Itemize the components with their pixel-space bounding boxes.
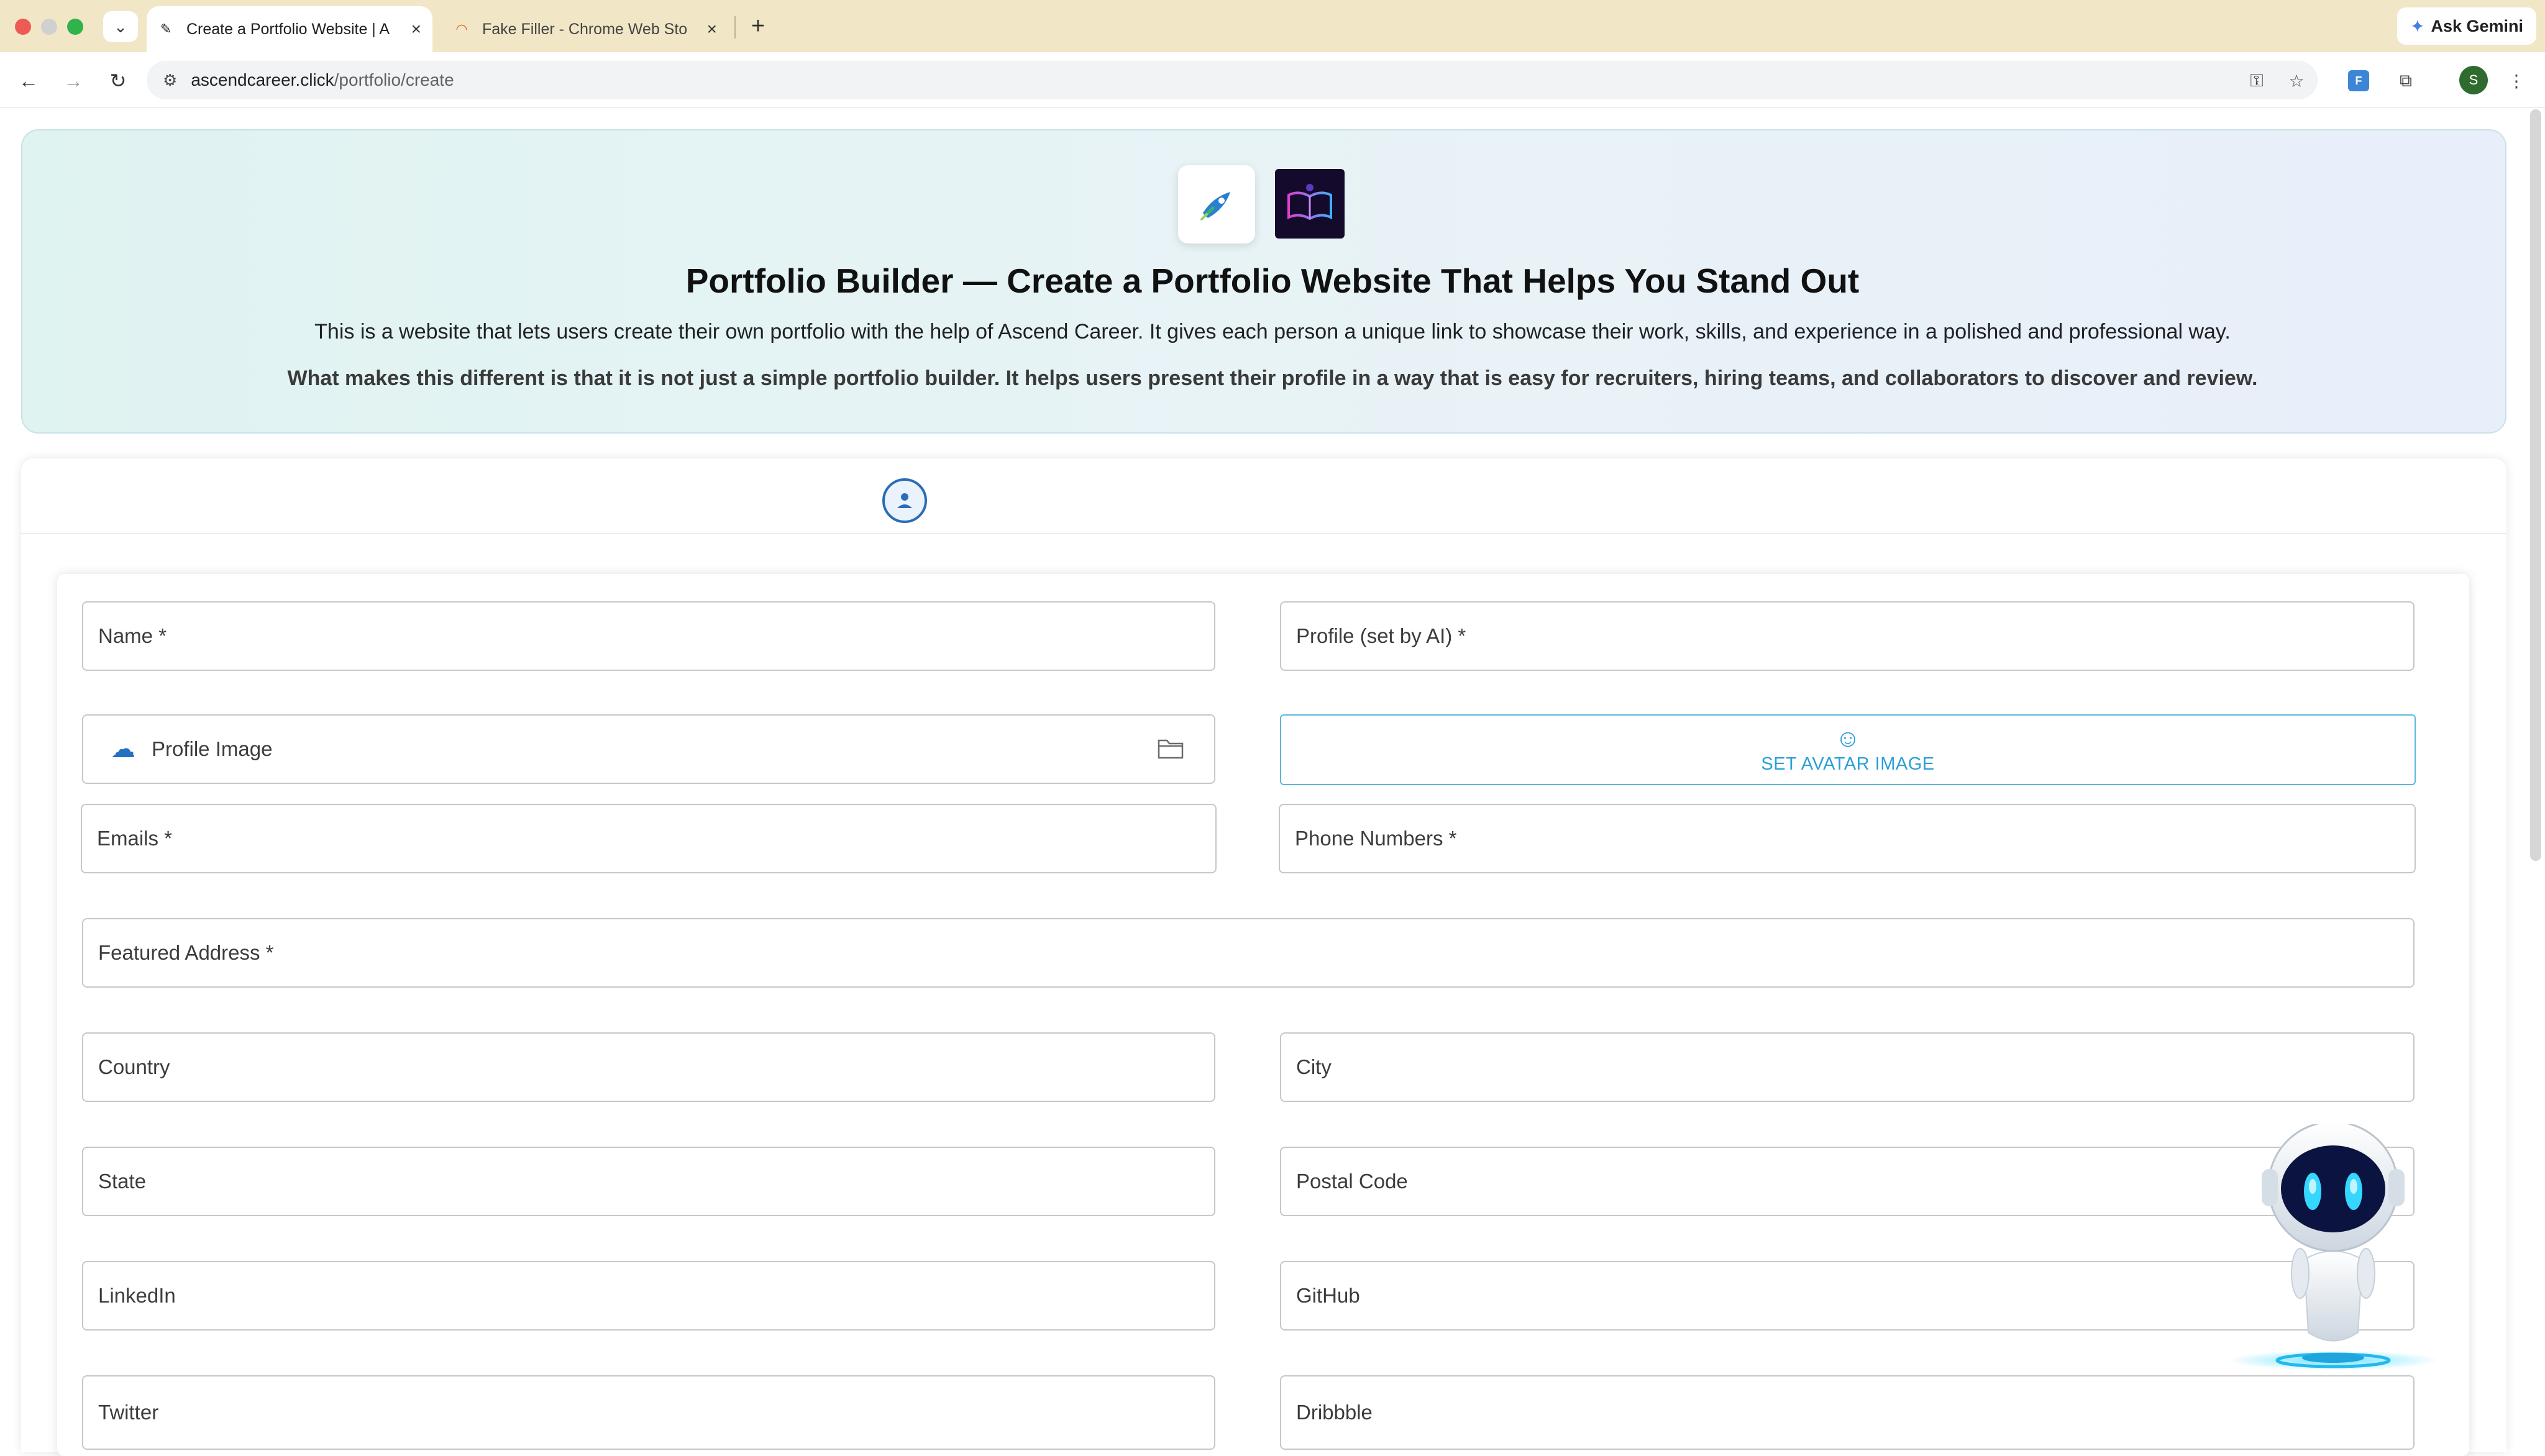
city-field[interactable]: City — [1280, 1032, 2415, 1102]
stepper-divider — [21, 533, 2506, 534]
linkedin-field[interactable]: LinkedIn — [82, 1261, 1215, 1331]
profile-image-label: Profile Image — [152, 737, 273, 760]
set-avatar-image-button[interactable]: ☺ SET AVATAR IMAGE — [1280, 714, 2416, 785]
cloud-upload-icon: ☁ — [111, 735, 135, 763]
robot-assistant-icon[interactable] — [2231, 1124, 2454, 1373]
profile-ai-field[interactable]: Profile (set by AI) * — [1280, 601, 2415, 671]
state-field-label: State — [98, 1170, 147, 1193]
reload-button[interactable]: ↻ — [104, 67, 132, 94]
open-book-icon — [1287, 184, 1332, 221]
linkedin-field-label: LinkedIn — [98, 1284, 176, 1307]
person-icon — [897, 493, 912, 508]
tab-separator — [734, 16, 736, 39]
ask-gemini-button[interactable]: ✦ Ask Gemini — [2397, 7, 2536, 45]
city-field-label: City — [1296, 1055, 1332, 1078]
set-avatar-label: SET AVATAR IMAGE — [1761, 753, 1935, 774]
back-button[interactable]: ← — [15, 67, 42, 94]
window-close-button[interactable] — [15, 19, 31, 35]
ascend-career-logo — [1178, 165, 1255, 243]
forward-arrow-icon: → — [63, 69, 83, 92]
profile-ai-field-label: Profile (set by AI) * — [1296, 624, 1466, 647]
profile-avatar[interactable]: S — [2459, 66, 2488, 94]
name-field-label: Name * — [98, 624, 167, 647]
tab-title: Create a Portfolio Website | A — [186, 20, 390, 38]
webstore-favicon-icon: ◠ — [455, 21, 468, 37]
tab-title: Fake Filler - Chrome Web Sto — [482, 20, 688, 38]
back-arrow-icon: ← — [19, 69, 39, 92]
dribbble-field[interactable]: Dribbble — [1280, 1375, 2415, 1450]
twitter-field-label: Twitter — [98, 1401, 159, 1424]
password-key-icon[interactable]: ⚿ — [2243, 67, 2270, 94]
address-bar[interactable]: ⚙ ascendcareer.click /portfolio/create — [147, 61, 2318, 99]
page-title: Portfolio Builder — Create a Portfolio W… — [685, 262, 1860, 300]
extension-badge: F — [2348, 70, 2369, 91]
new-tab-button[interactable]: + — [743, 11, 773, 41]
phone-numbers-field[interactable]: Phone Numbers * — [1279, 804, 2416, 873]
url-path: /portfolio/create — [334, 70, 454, 89]
tab-fake-filler[interactable]: ◠ Fake Filler - Chrome Web Sto × — [442, 6, 728, 52]
bookmark-star-icon[interactable]: ☆ — [2283, 67, 2310, 94]
step-personal-info[interactable] — [882, 478, 927, 523]
page-scrollbar[interactable] — [2530, 109, 2541, 861]
country-field[interactable]: Country — [82, 1032, 1215, 1102]
tab-search-button[interactable]: ⌄ — [103, 11, 138, 42]
close-icon[interactable]: × — [411, 19, 421, 39]
profile-image-upload[interactable]: ☁ Profile Image — [82, 714, 1215, 784]
hero-description: This is a website that lets users create… — [314, 320, 2231, 344]
tab-create-portfolio[interactable]: ✎ Create a Portfolio Website | A × — [147, 6, 432, 52]
gemini-spark-icon: ✦ — [2410, 16, 2425, 36]
extensions-puzzle-icon[interactable]: ⧉ — [2392, 67, 2419, 94]
reload-icon: ↻ — [109, 70, 127, 92]
postal-code-field-label: Postal Code — [1296, 1170, 1408, 1193]
featured-address-field-label: Featured Address * — [98, 941, 274, 964]
fake-filler-extension-icon[interactable]: F — [2345, 67, 2372, 94]
forward-button[interactable]: → — [60, 67, 87, 94]
featured-address-field[interactable]: Featured Address * — [82, 918, 2415, 988]
site-info-icon[interactable]: ⚙ — [163, 71, 177, 90]
country-field-label: Country — [98, 1055, 170, 1078]
browser-menu-icon[interactable]: ⋮ — [2503, 67, 2530, 94]
window-zoom-button[interactable] — [67, 19, 83, 35]
dribbble-field-label: Dribbble — [1296, 1401, 1373, 1424]
book-logo — [1275, 169, 1345, 239]
url-host: ascendcareer.click — [191, 70, 334, 89]
name-field[interactable]: Name * — [82, 601, 1215, 671]
ask-gemini-label: Ask Gemini — [2431, 16, 2524, 35]
rocket-logo-icon — [1200, 192, 1230, 221]
phone-numbers-field-label: Phone Numbers * — [1295, 827, 1457, 850]
site-favicon-icon: ✎ — [160, 21, 172, 37]
twitter-field[interactable]: Twitter — [82, 1375, 1215, 1450]
emails-field[interactable]: Emails * — [81, 804, 1217, 873]
hero-description-bold: What makes this different is that it is … — [287, 366, 2258, 390]
emails-field-label: Emails * — [97, 827, 173, 850]
smiley-face-icon: ☺ — [1835, 724, 1861, 752]
folder-icon[interactable] — [1157, 737, 1184, 760]
chevron-down-icon: ⌄ — [114, 17, 127, 36]
github-field-label: GitHub — [1296, 1284, 1360, 1307]
close-icon[interactable]: × — [707, 19, 717, 39]
state-field[interactable]: State — [82, 1147, 1215, 1216]
window-minimize-button[interactable] — [41, 19, 57, 35]
